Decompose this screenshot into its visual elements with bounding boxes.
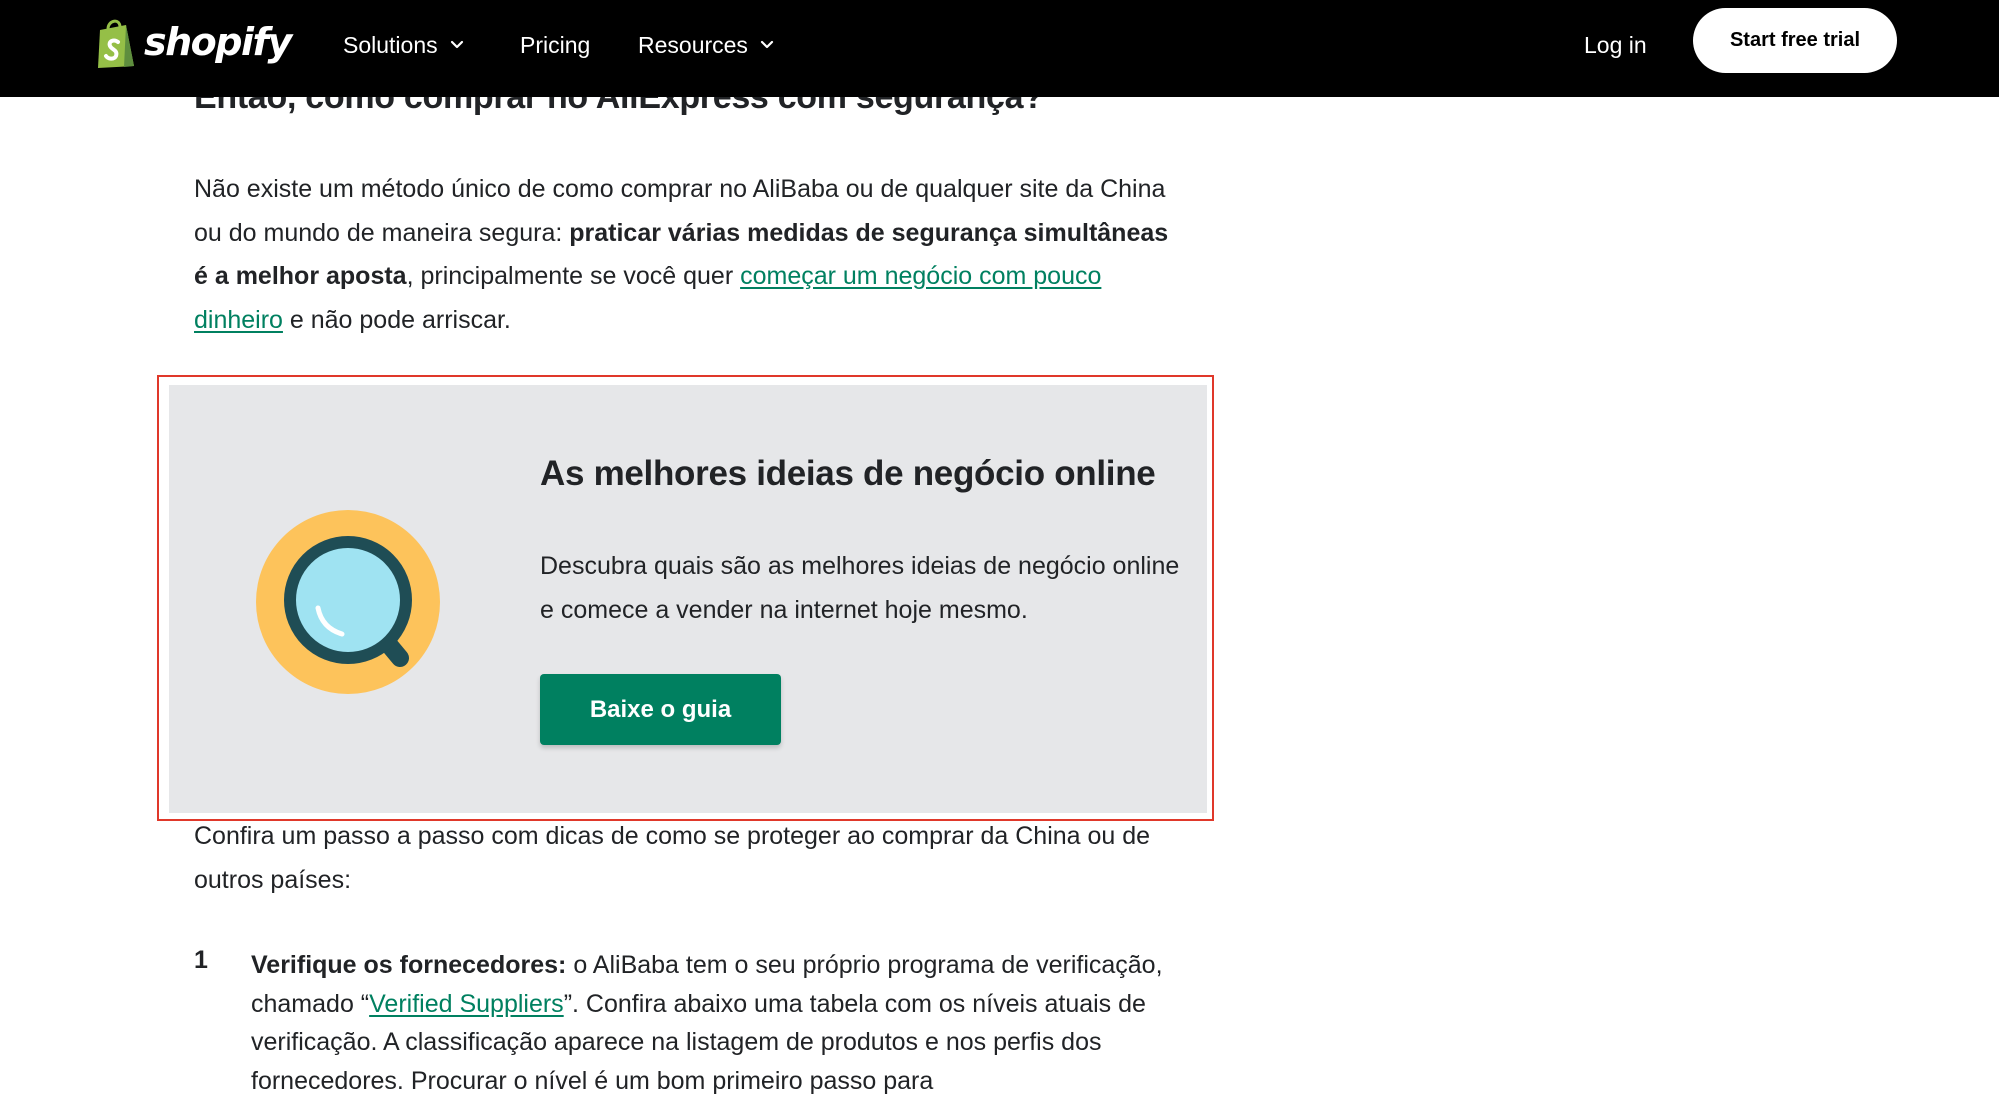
promo-description: Descubra quais são as melhores ideias de…	[540, 552, 1180, 624]
chevron-down-icon	[760, 40, 774, 49]
chevron-down-icon	[450, 40, 463, 49]
verified-suppliers-link[interactable]: Verified Suppliers	[369, 990, 564, 1018]
steps-intro-paragraph: Confira um passo a passo com dicas de co…	[194, 822, 1151, 894]
nav-solutions-label: Solutions	[343, 31, 438, 58]
nav-solutions[interactable]: Solutions	[343, 28, 464, 62]
promo-title: As melhores ideias de negócio online	[540, 454, 1156, 493]
nav-pricing[interactable]: Pricing	[520, 28, 590, 62]
login-link[interactable]: Log in	[1584, 28, 1647, 62]
nav-resources-label: Resources	[638, 31, 748, 58]
download-guide-button[interactable]: Baixe o guia	[540, 674, 781, 745]
logo-text: shopify	[144, 20, 292, 64]
shopify-bag-icon	[98, 19, 134, 68]
intro-paragraph: Não existe um método único de como compr…	[194, 168, 1184, 342]
shopify-logo[interactable]: shopify	[94, 16, 292, 72]
list-item-number: 1	[194, 946, 208, 974]
list-item-bold: Verifique os fornecedores:	[251, 951, 567, 979]
list-item: Verifique os fornecedores: o AliBaba tem…	[251, 946, 1191, 1095]
nav-resources[interactable]: Resources	[638, 28, 774, 62]
top-navigation: shopify Solutions Pricing Resources Log …	[0, 0, 1999, 97]
intro-text-2: , principalmente se você quer	[406, 262, 741, 290]
magnifying-glass-icon	[256, 510, 440, 694]
intro-text-3: e não pode arriscar.	[282, 305, 511, 334]
start-free-trial-button[interactable]: Start free trial	[1693, 8, 1897, 73]
